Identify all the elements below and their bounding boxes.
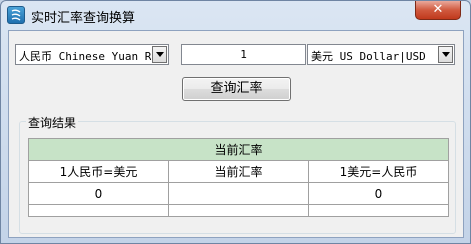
- to-currency-value: 美元 US Dollar|USD: [311, 50, 426, 63]
- table-row: 0 0: [28, 182, 449, 205]
- close-icon: ✕: [432, 2, 444, 17]
- window-title: 实时汇率查询换算: [31, 11, 136, 26]
- column-header: 1人民币=美元: [28, 160, 169, 183]
- column-header: 当前汇率: [168, 160, 309, 183]
- table-title-row: 当前汇率: [28, 138, 449, 161]
- table-empty-row: [28, 204, 449, 217]
- currency-app-icon: [7, 6, 25, 24]
- table-cell: [168, 204, 309, 217]
- app-window: 实时汇率查询换算 ✕ 人民币 Chinese Yuan R 1 美元 US Do…: [0, 0, 471, 244]
- title-bar[interactable]: 实时汇率查询换算 ✕: [1, 1, 470, 29]
- query-rate-button[interactable]: 查询汇率: [182, 77, 291, 101]
- results-group-label: 查询结果: [26, 114, 79, 131]
- from-currency-value: 人民币 Chinese Yuan R: [19, 50, 151, 63]
- table-cell: [168, 182, 309, 205]
- table-cell: 0: [308, 182, 449, 205]
- to-currency-select[interactable]: 美元 US Dollar|USD: [307, 44, 455, 65]
- table-header-row: 1人民币=美元 当前汇率 1美元=人民币: [28, 160, 449, 183]
- chevron-down-icon: [156, 52, 164, 57]
- results-table: 当前汇率 1人民币=美元 当前汇率 1美元=人民币 0 0: [28, 138, 449, 217]
- table-cell: 0: [28, 182, 169, 205]
- close-button[interactable]: ✕: [415, 1, 461, 20]
- table-title: 当前汇率: [28, 138, 449, 161]
- to-currency-dropdown-button[interactable]: [438, 46, 453, 63]
- from-currency-select[interactable]: 人民币 Chinese Yuan R: [15, 44, 169, 65]
- amount-input[interactable]: 1: [181, 44, 306, 65]
- from-currency-dropdown-button[interactable]: [152, 46, 167, 63]
- chevron-down-icon: [442, 52, 450, 57]
- table-cell: [308, 204, 449, 217]
- results-groupbox: 查询结果 当前汇率 1人民币=美元 当前汇率 1美元=人民币 0 0: [19, 114, 456, 234]
- client-area: 人民币 Chinese Yuan R 1 美元 US Dollar|USD 查询…: [8, 30, 464, 238]
- table-cell: [28, 204, 169, 217]
- column-header: 1美元=人民币: [308, 160, 449, 183]
